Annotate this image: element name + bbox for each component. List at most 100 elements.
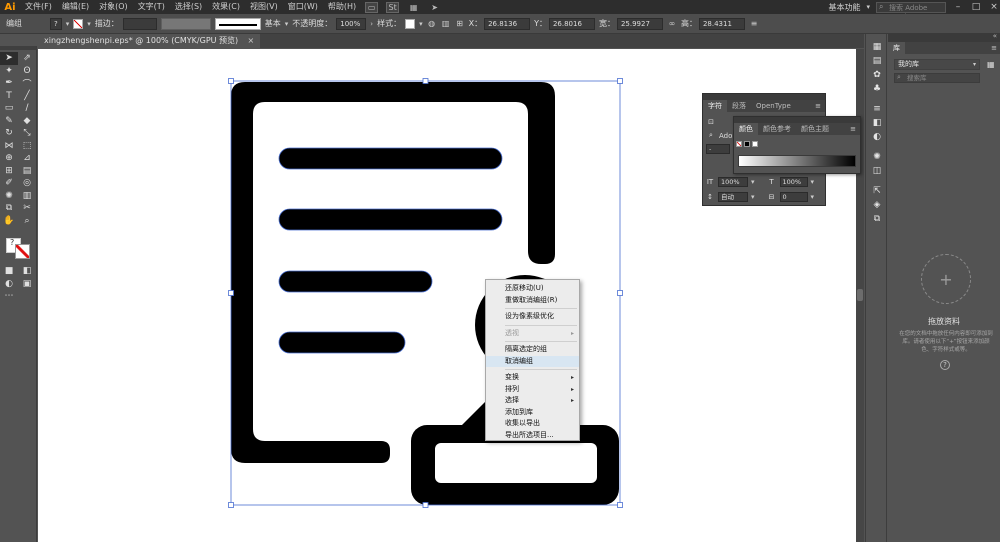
- eyedropper-tool-icon[interactable]: ✐: [0, 177, 18, 190]
- context-menu-item[interactable]: 导出所选项目...: [486, 430, 579, 442]
- context-menu-item[interactable]: 添加到库: [486, 407, 579, 419]
- y-field[interactable]: 26.8016: [548, 17, 595, 30]
- context-menu-item[interactable]: 隔离选定的组: [486, 344, 579, 356]
- shape-builder-tool-icon[interactable]: ⊕: [0, 152, 18, 165]
- stroke-weight-field[interactable]: [122, 17, 157, 30]
- graphic-style-swatch[interactable]: [405, 18, 416, 29]
- menu-effect[interactable]: 效果(C): [207, 0, 245, 14]
- recolor-artwork-icon[interactable]: ◍: [427, 19, 437, 28]
- magic-wand-tool-icon[interactable]: ✦: [0, 65, 18, 78]
- height-field[interactable]: 28.4311: [698, 17, 745, 30]
- export-panel-icon[interactable]: ⇱: [866, 184, 888, 198]
- grid-view-icon[interactable]: ▦: [987, 60, 995, 69]
- transform-menu-icon[interactable]: ≡: [749, 19, 759, 28]
- close-icon[interactable]: ×: [247, 34, 254, 48]
- chevron-right-icon[interactable]: ›: [370, 20, 373, 28]
- lasso-tool-icon[interactable]: ʘ: [18, 65, 36, 78]
- brushes-panel-icon[interactable]: ✿: [866, 68, 888, 82]
- panel-menu-icon[interactable]: ≡: [991, 42, 997, 54]
- context-menu-item[interactable]: 重做取消编组(R): [486, 295, 579, 307]
- none-swatch[interactable]: [736, 141, 742, 147]
- symbols-panel-icon[interactable]: ♣: [866, 82, 888, 96]
- transform-icon[interactable]: ⊞: [455, 19, 465, 28]
- edit-toolbar-icon[interactable]: ⋯: [0, 290, 18, 303]
- document-tab[interactable]: xingzhengshenpi.eps* @ 100% (CMYK/GPU 预览…: [38, 34, 261, 48]
- rotate-tool-icon[interactable]: ↻: [0, 127, 18, 140]
- gradient-tool-icon[interactable]: ▤: [18, 165, 36, 178]
- x-field[interactable]: 26.8136: [484, 17, 531, 30]
- context-menu-item[interactable]: 还原移动(U): [486, 283, 579, 295]
- library-search-input[interactable]: ⌕ 搜索库: [894, 73, 980, 83]
- opacity-label[interactable]: 不透明度：: [292, 18, 332, 29]
- opacity-field[interactable]: 100%: [336, 17, 367, 30]
- width-tool-icon[interactable]: ⋈: [0, 140, 18, 153]
- tab-character[interactable]: 字符: [703, 100, 727, 112]
- maximize-button[interactable]: □: [970, 2, 982, 12]
- bridge-icon[interactable]: ▭: [365, 1, 379, 13]
- type-tool-icon[interactable]: T: [0, 90, 18, 103]
- tab-color-guide[interactable]: 颜色参考: [758, 123, 796, 135]
- menu-window[interactable]: 窗口(W): [283, 0, 323, 14]
- swatches-panel-icon[interactable]: ▤: [866, 54, 888, 68]
- context-menu-item[interactable]: 设为像素级优化: [486, 311, 579, 323]
- kerning-field[interactable]: 0: [779, 192, 808, 202]
- vertical-scale-field[interactable]: 100%: [718, 177, 748, 187]
- chevron-down-icon[interactable]: ▾: [866, 3, 870, 11]
- chevron-down-icon[interactable]: ▾: [751, 193, 755, 201]
- help-icon[interactable]: ?: [940, 360, 950, 370]
- workspace-switcher[interactable]: 基本功能: [828, 2, 860, 13]
- selection-tool-icon[interactable]: ➤: [0, 52, 18, 65]
- gradient-mode-icon[interactable]: ◧: [18, 265, 36, 278]
- hand-tool-icon[interactable]: ✋: [0, 215, 18, 228]
- panel-titlebar[interactable]: «: [888, 32, 1000, 42]
- free-transform-tool-icon[interactable]: ⬚: [18, 140, 36, 153]
- menu-type[interactable]: 文字(T): [133, 0, 170, 14]
- chevron-down-icon[interactable]: ▾: [285, 20, 289, 28]
- stroke-swatch[interactable]: [73, 18, 84, 29]
- stroke-panel-icon[interactable]: ≡: [866, 102, 888, 116]
- tab-color-themes[interactable]: 颜色主题: [796, 123, 834, 135]
- appearance-panel-icon[interactable]: ✺: [866, 150, 888, 164]
- font-style-field[interactable]: -: [706, 144, 730, 154]
- artboards-panel-icon[interactable]: ⧉: [866, 212, 888, 226]
- link-icon[interactable]: ∞: [667, 19, 677, 28]
- menu-help[interactable]: 帮助(H): [323, 0, 361, 14]
- context-menu-item[interactable]: 选择 ▸: [486, 395, 579, 407]
- color-mode-icon[interactable]: ■: [0, 265, 18, 278]
- chevron-down-icon[interactable]: ▾: [87, 20, 91, 28]
- screen-mode-icon[interactable]: ▣: [18, 278, 36, 291]
- fill-help-swatch[interactable]: ?: [50, 17, 62, 30]
- line-tool-icon[interactable]: ╱: [18, 90, 36, 103]
- slice-tool-icon[interactable]: ✂: [18, 202, 36, 215]
- shaper-tool-icon[interactable]: ✎: [0, 115, 18, 128]
- color-spectrum-ramp[interactable]: [738, 155, 856, 167]
- minimize-button[interactable]: –: [952, 2, 964, 12]
- brush-definition[interactable]: [214, 17, 261, 30]
- zoom-tool-icon[interactable]: ⌕: [18, 215, 36, 228]
- eraser-tool-icon[interactable]: ◆: [18, 115, 36, 128]
- chevron-down-icon[interactable]: ▾: [751, 178, 755, 186]
- rectangle-tool-icon[interactable]: ▭: [0, 102, 18, 115]
- gradient-panel-icon[interactable]: ◧: [866, 116, 888, 130]
- stock-icon[interactable]: St: [386, 1, 400, 13]
- layers-panel-icon[interactable]: ◈: [866, 198, 888, 212]
- chevron-down-icon[interactable]: ▾: [419, 20, 423, 28]
- chevron-down-icon[interactable]: ▾: [811, 178, 815, 186]
- fill-stroke-widget[interactable]: ?: [4, 235, 32, 261]
- direct-selection-tool-icon[interactable]: ⇗: [18, 52, 36, 65]
- menu-select[interactable]: 选择(S): [170, 0, 207, 14]
- column-graph-tool-icon[interactable]: ▥: [18, 190, 36, 203]
- artboard-tool-icon[interactable]: ⧉: [0, 202, 18, 215]
- touch-type-icon[interactable]: ⊡: [706, 118, 716, 126]
- panel-menu-icon[interactable]: ≡: [846, 123, 860, 135]
- graphic-styles-panel-icon[interactable]: ◫: [866, 164, 888, 178]
- white-swatch[interactable]: [752, 141, 758, 147]
- transparency-panel-icon[interactable]: ◐: [866, 130, 888, 144]
- curvature-tool-icon[interactable]: ⌒: [18, 77, 36, 90]
- scale-tool-icon[interactable]: ⤡: [18, 127, 36, 140]
- menu-view[interactable]: 视图(V): [245, 0, 283, 14]
- menu-file[interactable]: 文件(F): [20, 0, 57, 14]
- align-icon[interactable]: ▥: [441, 19, 451, 28]
- add-content-button[interactable]: +: [921, 254, 971, 304]
- scrollbar-thumb[interactable]: [857, 289, 863, 301]
